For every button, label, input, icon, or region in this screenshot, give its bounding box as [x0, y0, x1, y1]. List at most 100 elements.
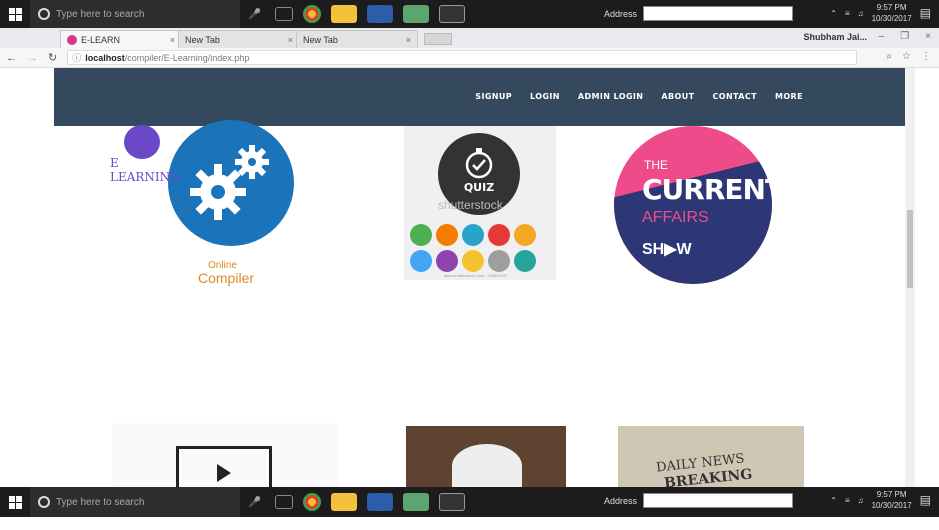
address-input[interactable] [643, 6, 794, 21]
windows-icon [8, 7, 22, 21]
windows-icon [8, 495, 22, 509]
quiz-image[interactable]: QUIZ shutterstock www.shutterstock.com ·… [404, 126, 556, 280]
nav-signup[interactable]: SIGNUP [475, 92, 512, 101]
taskbar-address-toolbar: Address [604, 493, 794, 508]
close-window-icon[interactable]: × [925, 31, 931, 42]
chrome-icon[interactable] [303, 5, 321, 23]
word-icon[interactable] [367, 5, 393, 23]
nav-more[interactable]: MORE [775, 92, 803, 101]
menu-icon[interactable]: ⋮ [921, 51, 931, 62]
nav-links: SIGNUP LOGIN ADMIN LOGIN ABOUT CONTACT M… [475, 92, 803, 101]
nav-login[interactable]: LOGIN [530, 92, 560, 101]
notifications-icon[interactable]: ▤ [920, 493, 931, 507]
chrome-icon[interactable] [303, 493, 321, 511]
task-view-icon[interactable] [275, 7, 293, 21]
ca-line-1: THE [644, 158, 668, 172]
clock[interactable]: 9:57 PM 10/30/2017 [872, 489, 912, 511]
forward-icon[interactable]: → [27, 52, 38, 64]
taskbar-search[interactable]: Type here to search [30, 487, 240, 517]
nav-admin-login[interactable]: ADMIN LOGIN [578, 92, 644, 101]
compiler-label: Compiler [198, 270, 255, 286]
address-label: Address [604, 8, 638, 19]
video-lectures-image[interactable] [112, 423, 338, 487]
word-icon[interactable] [367, 493, 393, 511]
clock-date: 10/30/2017 [871, 501, 912, 510]
new-tab-button[interactable] [424, 33, 452, 45]
command-prompt-icon[interactable] [439, 493, 465, 511]
zoom-icon[interactable]: ⌕ [886, 51, 892, 62]
check-icon [465, 148, 493, 179]
volume-icon[interactable]: ♫ [858, 496, 864, 505]
address-input[interactable] [643, 493, 794, 508]
info-icon: ⓘ [72, 53, 82, 63]
system-tray: ⌃ ≡ ♫ 9:57 PM 10/30/2017 ▤ [830, 2, 931, 24]
badge-icon [410, 250, 432, 272]
url-host: localhost [85, 52, 125, 63]
top-taskbar: Type here to search 🎤 Address ⌃ ≡ ♫ 9:57… [0, 0, 939, 28]
tab-new-1[interactable]: New Tab × [178, 30, 300, 48]
browser-toolbar: ← → ↻ ⓘ localhost/compiler/E-Learning/in… [0, 48, 939, 68]
nav-contact[interactable]: CONTACT [712, 92, 757, 101]
logo-mark-icon [124, 125, 160, 159]
play-icon [217, 464, 231, 482]
tab-new-2[interactable]: New Tab × [296, 30, 418, 48]
site-logo[interactable]: E LEARNING [110, 125, 190, 185]
volume-icon[interactable]: ♫ [858, 9, 864, 18]
address-label: Address [604, 495, 638, 506]
file-explorer-icon[interactable] [331, 493, 357, 511]
tab-elearn[interactable]: E-LEARN × [60, 30, 182, 48]
restore-icon[interactable]: ❐ [900, 31, 909, 42]
taskbar-address-toolbar: Address [604, 6, 794, 21]
site-navbar: SIGNUP LOGIN ADMIN LOGIN ABOUT CONTACT M… [54, 68, 905, 126]
network-icon[interactable]: ≡ [845, 496, 850, 505]
photos-icon[interactable] [403, 5, 429, 23]
current-affairs-image[interactable]: THE CURRENT AFFAIRS SH▶W [614, 126, 772, 284]
task-view-icon[interactable] [275, 495, 293, 509]
taskbar-search-placeholder: Type here to search [56, 496, 145, 508]
bottom-taskbar: Type here to search 🎤 Address ⌃ ≡ ♫ 9:57… [0, 487, 939, 517]
microphone-icon[interactable]: 🎤 [240, 497, 270, 508]
notifications-icon[interactable]: ▤ [920, 6, 931, 20]
close-tab-icon[interactable]: × [170, 35, 175, 45]
clock[interactable]: 9:57 PM 10/30/2017 [872, 2, 912, 24]
badge-icon [514, 224, 536, 246]
close-tab-icon[interactable]: × [406, 35, 411, 45]
scrollbar-thumb[interactable] [907, 210, 913, 288]
badge-icon [410, 224, 432, 246]
nav-about[interactable]: ABOUT [661, 92, 694, 101]
tray-chevron-icon[interactable]: ⌃ [830, 496, 837, 505]
ca-line-2: CURRENT [642, 173, 772, 206]
books-image[interactable] [406, 426, 566, 487]
badge-icon [462, 224, 484, 246]
cortana-icon [38, 8, 50, 20]
tray-chevron-icon[interactable]: ⌃ [830, 9, 837, 18]
quiz-footer: www.shutterstock.com · 329649797 [444, 273, 508, 278]
open-book-icon [452, 444, 522, 487]
command-prompt-icon[interactable] [439, 5, 465, 23]
page-viewport: SIGNUP LOGIN ADMIN LOGIN ABOUT CONTACT M… [0, 68, 905, 487]
minimize-icon[interactable]: – [879, 31, 885, 42]
photos-icon[interactable] [403, 493, 429, 511]
windows-start-button[interactable] [0, 0, 30, 28]
tab-label: New Tab [185, 34, 220, 45]
daily-news-image[interactable]: DAILY NEWS BREAKING [618, 426, 804, 487]
reload-icon[interactable]: ↻ [48, 51, 57, 64]
file-explorer-icon[interactable] [331, 5, 357, 23]
quiz-title: QUIZ [463, 181, 495, 194]
microphone-icon[interactable]: 🎤 [240, 9, 270, 20]
ca-line-4: SH▶W [642, 241, 692, 258]
back-icon[interactable]: ← [6, 52, 17, 64]
page-scrollbar[interactable] [905, 68, 915, 487]
network-icon[interactable]: ≡ [845, 9, 850, 18]
omnibox[interactable]: ⓘ localhost/compiler/E-Learning/index.ph… [67, 50, 858, 65]
profile-name[interactable]: Shubham Jai... [803, 32, 867, 42]
badge-icon [436, 224, 458, 246]
badge-icon [462, 250, 484, 272]
windows-start-button[interactable] [0, 487, 30, 517]
bookmark-star-icon[interactable]: ☆ [902, 51, 911, 62]
taskbar-search[interactable]: Type here to search [30, 0, 240, 28]
close-tab-icon[interactable]: × [288, 35, 293, 45]
badge-icon [488, 224, 510, 246]
clock-time: 9:57 PM [876, 490, 907, 499]
badge-icon [436, 250, 458, 272]
